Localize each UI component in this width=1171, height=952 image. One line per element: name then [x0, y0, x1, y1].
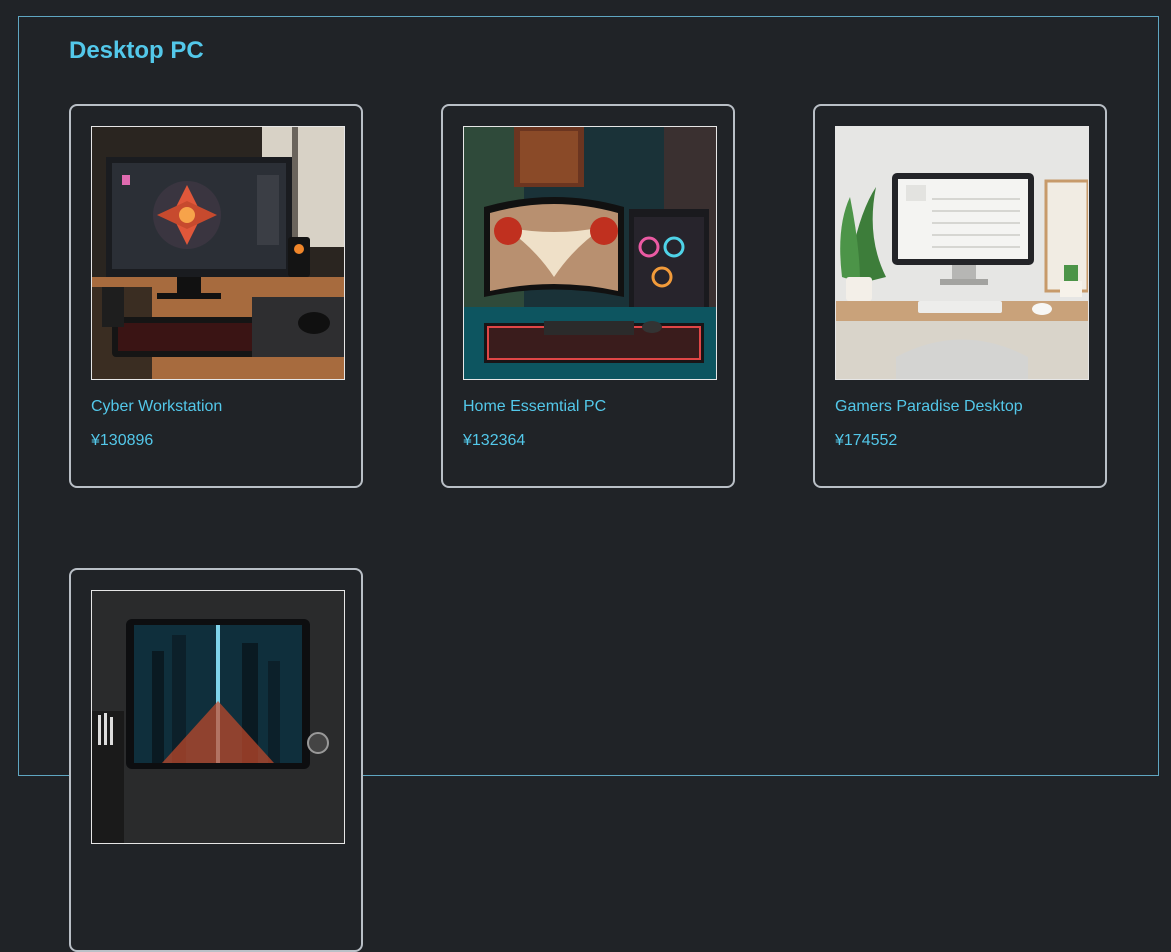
- product-price: ¥130896: [91, 432, 154, 449]
- product-price: ¥132364: [463, 432, 526, 449]
- product-image[interactable]: [91, 126, 345, 380]
- product-image[interactable]: [463, 126, 717, 380]
- product-card[interactable]: [69, 568, 363, 952]
- product-price: ¥174552: [835, 432, 898, 449]
- product-name[interactable]: Gamers Paradise Desktop: [835, 398, 1023, 416]
- product-image[interactable]: [91, 590, 345, 844]
- product-card[interactable]: Cyber Workstation ¥130896: [69, 104, 363, 488]
- product-image[interactable]: [835, 126, 1089, 380]
- page-title: Desktop PC: [69, 37, 204, 64]
- product-card[interactable]: Gamers Paradise Desktop ¥174552: [813, 104, 1107, 488]
- product-name[interactable]: Cyber Workstation: [91, 398, 222, 416]
- product-name[interactable]: Home Essemtial PC: [463, 398, 606, 416]
- product-card[interactable]: Home Essemtial PC ¥132364: [441, 104, 735, 488]
